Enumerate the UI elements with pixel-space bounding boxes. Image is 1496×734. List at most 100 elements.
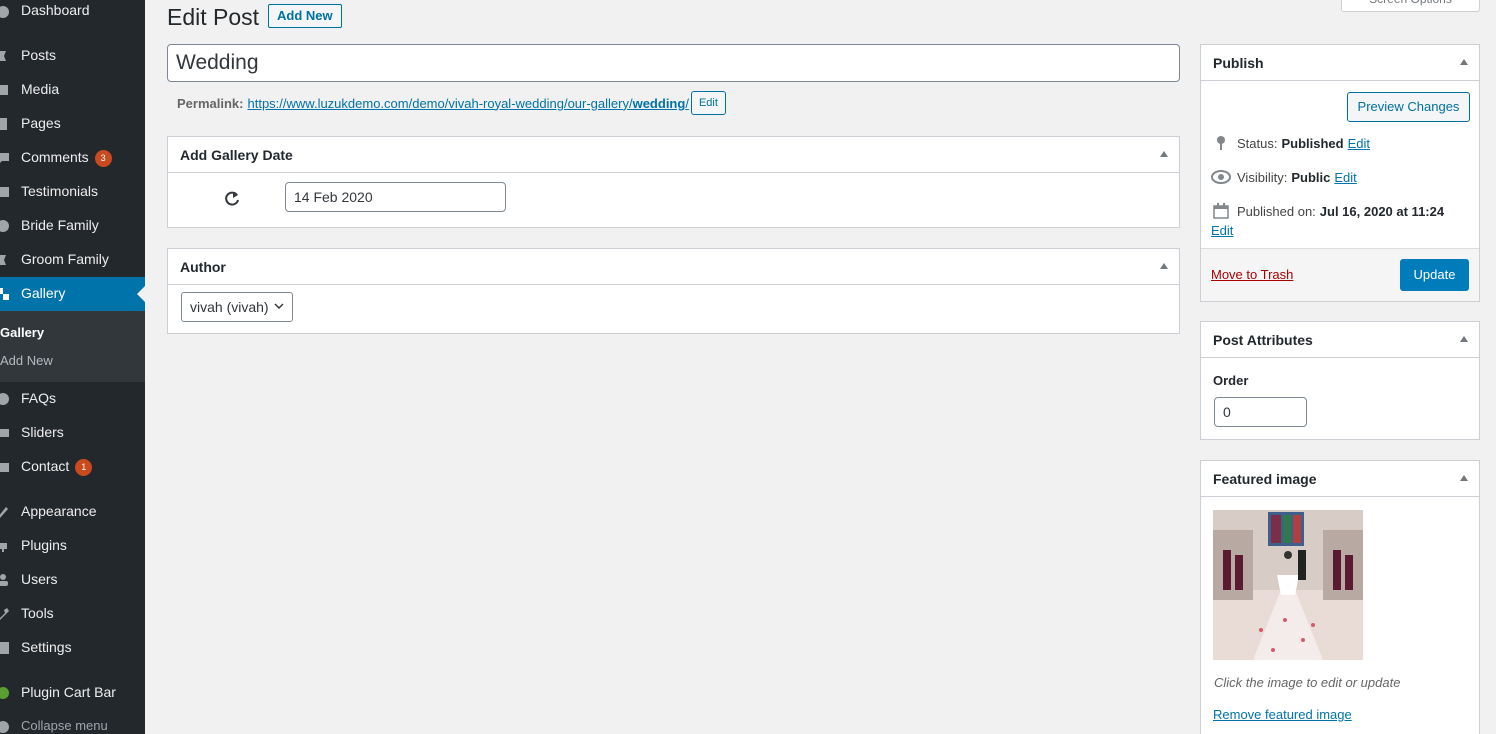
metabox-header[interactable]: Featured image xyxy=(1201,461,1479,497)
page-title: Edit Post xyxy=(167,4,260,30)
menu-item-faqs[interactable]: FAQs xyxy=(0,382,145,416)
comments-count-badge: 3 xyxy=(94,150,112,167)
featured-image-metabox: Featured image Click the image to edit o… xyxy=(1200,460,1480,734)
toggle-arrow-icon[interactable] xyxy=(1460,336,1468,342)
menu-item-tools[interactable]: Tools xyxy=(0,597,145,631)
plug-icon xyxy=(0,539,10,553)
visibility-edit-link[interactable]: Edit xyxy=(1334,170,1356,185)
menu-label: Settings xyxy=(21,639,72,655)
menu-label: Gallery xyxy=(21,285,66,301)
metabox-header[interactable]: Add Gallery Date xyxy=(168,137,1179,173)
preview-changes-button[interactable]: Preview Changes xyxy=(1347,92,1470,122)
menu-item-bride-family[interactable]: Bride Family xyxy=(0,209,145,243)
menu-label: Media xyxy=(21,81,60,97)
menu-item-testimonials[interactable]: Testimonials xyxy=(0,175,145,209)
brush-icon xyxy=(0,505,10,519)
menu-label: Dashboard xyxy=(21,2,90,18)
author-select[interactable]: vivah (vivah) xyxy=(181,292,293,322)
published-on-edit-link[interactable]: Edit xyxy=(1211,223,1233,238)
submenu-item-gallery[interactable]: Gallery xyxy=(0,325,44,340)
post-attributes-metabox: Post Attributes Order 0 xyxy=(1200,321,1480,440)
menu-item-dashboard[interactable]: Dashboard xyxy=(0,0,145,28)
leaf-icon xyxy=(0,686,10,700)
menu-label: Contact 1 xyxy=(21,458,93,476)
publish-actions: Move to Trash Update xyxy=(1201,248,1479,301)
metabox-header[interactable]: Post Attributes xyxy=(1201,322,1479,358)
author-selected-value: vivah (vivah) xyxy=(190,299,269,315)
page-icon xyxy=(0,117,10,131)
order-input[interactable]: 0 xyxy=(1214,397,1307,427)
metabox-header[interactable]: Author xyxy=(168,249,1179,285)
menu-label: Sliders xyxy=(21,424,64,440)
menu-item-contact[interactable]: Contact 1 xyxy=(0,450,145,484)
collapse-menu-button[interactable]: Collapse menu xyxy=(0,710,145,734)
menu-label: Plugins xyxy=(21,537,67,553)
menu-item-comments[interactable]: Comments 3 xyxy=(0,141,145,175)
menu-item-plugin-cart-bar[interactable]: Plugin Cart Bar xyxy=(0,676,145,710)
menu-item-pages[interactable]: Pages xyxy=(0,107,145,141)
permalink-row: Permalink: https://www.luzukdemo.com/dem… xyxy=(177,91,726,115)
menu-item-plugins[interactable]: Plugins xyxy=(0,529,145,563)
metabox-title: Add Gallery Date xyxy=(180,147,293,163)
move-to-trash-link[interactable]: Move to Trash xyxy=(1211,267,1293,282)
featured-image-thumbnail[interactable] xyxy=(1213,510,1363,660)
permalink-link[interactable]: https://www.luzukdemo.com/demo/vivah-roy… xyxy=(247,96,688,111)
post-title-input[interactable]: Wedding xyxy=(167,44,1180,82)
admin-post-icon xyxy=(0,219,10,233)
quote-icon xyxy=(0,185,10,199)
status-value: Published xyxy=(1281,135,1344,151)
metabox-title: Featured image xyxy=(1213,471,1317,487)
admin-post-icon xyxy=(0,253,10,267)
gallery-date-metabox: Add Gallery Date 14 Feb 2020 xyxy=(167,136,1180,228)
menu-label: Testimonials xyxy=(21,183,99,199)
gallery-submenu: Gallery Add New xyxy=(0,311,145,382)
settings-icon xyxy=(0,641,10,655)
published-on-row: Published on: Jul 16, 2020 at 11:24 xyxy=(1211,202,1444,220)
metabox-title: Post Attributes xyxy=(1213,332,1313,348)
contact-count-badge: 1 xyxy=(75,459,93,476)
chat-icon xyxy=(0,392,10,406)
menu-label: Posts xyxy=(21,47,57,63)
permalink-edit-button[interactable]: Edit xyxy=(690,91,726,115)
screen-options-button[interactable]: Screen Options xyxy=(1341,0,1480,12)
chevron-down-icon xyxy=(274,303,284,310)
menu-item-gallery[interactable]: Gallery xyxy=(0,277,145,311)
mail-icon xyxy=(0,460,10,474)
wrench-icon xyxy=(0,607,10,621)
users-icon xyxy=(0,573,10,587)
toggle-arrow-icon[interactable] xyxy=(1460,475,1468,481)
menu-item-sliders[interactable]: Sliders xyxy=(0,416,145,450)
toggle-arrow-icon[interactable] xyxy=(1160,263,1168,269)
submenu-item-add-new[interactable]: Add New xyxy=(0,353,53,368)
eye-icon xyxy=(1211,168,1231,186)
menu-item-settings[interactable]: Settings xyxy=(0,631,145,665)
menu-item-media[interactable]: Media xyxy=(0,73,145,107)
metabox-title: Author xyxy=(180,259,226,275)
status-row: Status: Published Edit xyxy=(1211,134,1370,152)
visibility-row: Visibility: Public Edit xyxy=(1211,168,1357,186)
dashboard-icon xyxy=(0,4,10,18)
menu-label: Bride Family xyxy=(21,217,99,233)
pin-icon xyxy=(0,49,10,63)
comment-icon xyxy=(0,151,10,165)
update-button[interactable]: Update xyxy=(1400,259,1469,291)
metabox-header[interactable]: Publish xyxy=(1201,45,1479,81)
remove-featured-image-link[interactable]: Remove featured image xyxy=(1213,707,1352,722)
menu-label: FAQs xyxy=(21,390,57,406)
gallery-date-input[interactable]: 14 Feb 2020 xyxy=(285,182,506,212)
menu-item-appearance[interactable]: Appearance xyxy=(0,495,145,529)
toggle-arrow-icon[interactable] xyxy=(1160,151,1168,157)
menu-item-posts[interactable]: Posts xyxy=(0,39,145,73)
menu-item-users[interactable]: Users xyxy=(0,563,145,597)
pin-icon xyxy=(1211,134,1231,152)
slides-icon xyxy=(0,426,10,440)
permalink-label: Permalink: xyxy=(177,95,244,111)
publish-metabox: Publish Preview Changes Status: Published… xyxy=(1200,44,1480,302)
menu-item-groom-family[interactable]: Groom Family xyxy=(0,243,145,277)
add-new-button[interactable]: Add New xyxy=(268,4,342,28)
menu-label: Comments 3 xyxy=(21,149,112,167)
toggle-arrow-icon[interactable] xyxy=(1460,59,1468,65)
status-edit-link[interactable]: Edit xyxy=(1348,136,1370,151)
media-icon xyxy=(0,83,10,97)
menu-label: Plugin Cart Bar xyxy=(21,684,116,700)
